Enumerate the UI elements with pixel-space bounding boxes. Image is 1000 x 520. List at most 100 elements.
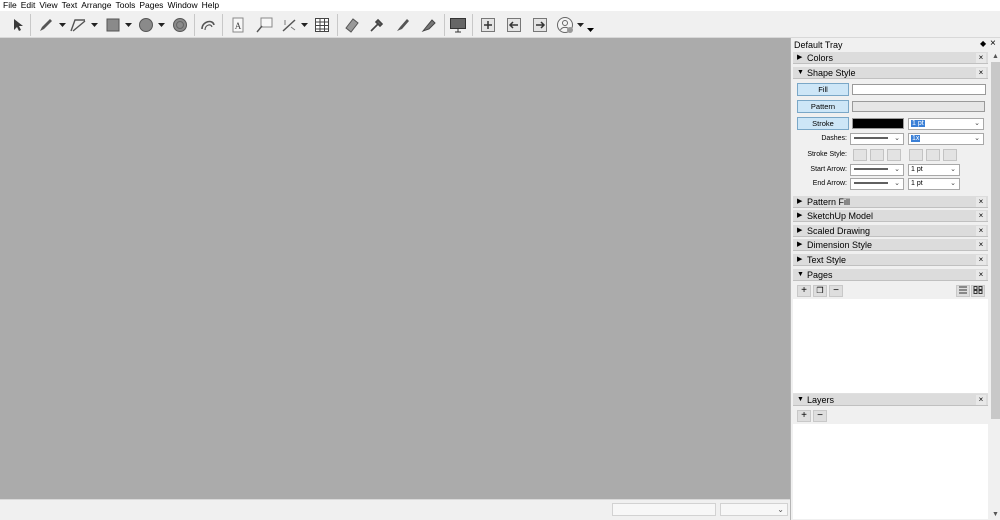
menu-edit[interactable]: Edit <box>21 0 39 11</box>
dashes-select[interactable]: ⌄ <box>850 133 904 145</box>
panel-close-icon[interactable]: × <box>976 53 986 63</box>
panel-scaled-drawing-header[interactable]: ▶ Scaled Drawing × <box>793 225 988 237</box>
tray-scrollbar[interactable]: ▲ ▼ <box>990 52 1000 520</box>
scroll-down-icon[interactable]: ▼ <box>990 510 1000 520</box>
start-arrow-size-select[interactable]: 1 pt ⌄ <box>908 164 960 176</box>
account-icon[interactable] <box>555 15 575 35</box>
menu-window[interactable]: Window <box>167 0 200 11</box>
menu-tools[interactable]: Tools <box>115 0 138 11</box>
start-arrow-select[interactable]: ⌄ <box>850 164 904 176</box>
dash-scale-select[interactable]: 1x ⌄ <box>908 133 984 145</box>
end-arrow-size-select[interactable]: 1 pt ⌄ <box>908 178 960 190</box>
panel-pages-header[interactable]: ▼ Pages × <box>793 269 988 281</box>
fill-button[interactable]: Fill <box>797 83 849 96</box>
drawing-canvas[interactable] <box>0 38 790 499</box>
remove-layer-button[interactable]: − <box>813 410 827 422</box>
menu-arrange[interactable]: Arrange <box>81 0 114 11</box>
previous-page-icon[interactable] <box>504 15 524 35</box>
menu-file[interactable]: File <box>3 0 20 11</box>
add-page-button[interactable]: + <box>797 285 811 297</box>
dashes-label: Dashes: <box>821 135 847 142</box>
menu-view[interactable]: View <box>39 0 60 11</box>
svg-text:A: A <box>235 21 242 31</box>
style-brush-icon[interactable] <box>393 15 413 35</box>
select-icon[interactable] <box>10 15 26 35</box>
list-view-icon[interactable] <box>956 285 970 297</box>
square-cap-icon[interactable] <box>943 149 957 161</box>
panel-scaled-drawing-label: Scaled Drawing <box>807 226 871 236</box>
thumbnail-view-icon[interactable] <box>971 285 985 297</box>
arrow-line-icon <box>854 168 888 170</box>
dimension-dropdown-icon[interactable] <box>300 15 309 35</box>
panel-sketchup-model-label: SketchUp Model <box>807 211 874 221</box>
pencil-icon[interactable] <box>36 15 56 35</box>
add-page-icon[interactable] <box>478 15 498 35</box>
stroke-color-swatch[interactable] <box>852 118 904 129</box>
duplicate-page-button[interactable]: ❐ <box>813 285 827 297</box>
add-layer-button[interactable]: + <box>797 410 811 422</box>
panel-dimension-style-header[interactable]: ▶ Dimension Style × <box>793 239 988 251</box>
panel-close-icon[interactable]: × <box>976 240 986 250</box>
flat-cap-icon[interactable] <box>909 149 923 161</box>
zoom-chevron-icon: ⌄ <box>777 505 784 514</box>
line-dropdown-icon[interactable] <box>58 15 67 35</box>
account-dropdown-icon[interactable] <box>576 15 585 35</box>
polygon-icon[interactable] <box>170 15 190 35</box>
panel-colors-header[interactable]: ▶ Colors × <box>793 52 988 64</box>
end-arrow-select[interactable]: ⌄ <box>850 178 904 190</box>
pattern-button[interactable]: Pattern <box>797 100 849 113</box>
panel-close-icon[interactable]: × <box>976 211 986 221</box>
eyedropper-icon[interactable] <box>367 15 387 35</box>
rectangle-icon[interactable] <box>103 15 123 35</box>
solid-line-icon <box>854 137 888 139</box>
menu-text[interactable]: Text <box>62 0 81 11</box>
scroll-up-icon[interactable]: ▲ <box>990 52 1000 62</box>
panel-pattern-fill-header[interactable]: ▶ Pattern Fill × <box>793 196 988 208</box>
pattern-swatch[interactable] <box>852 101 985 112</box>
panel-close-icon[interactable]: × <box>976 226 986 236</box>
split-icon[interactable] <box>419 15 439 35</box>
text-icon[interactable]: A <box>228 15 248 35</box>
pages-toolbar: + ❐ − <box>793 283 988 299</box>
stroke-width-select[interactable]: 1 pt ⌄ <box>908 118 984 130</box>
toolbar-overflow-icon[interactable] <box>586 25 595 35</box>
miter-join-icon[interactable] <box>853 149 867 161</box>
circle-icon[interactable] <box>136 15 156 35</box>
measurements-box[interactable] <box>612 503 716 516</box>
menu-help[interactable]: Help <box>202 0 222 11</box>
polyline-icon[interactable] <box>68 15 88 35</box>
tray-close-icon[interactable]: × <box>990 38 996 49</box>
tray-pin-icon[interactable]: ◆ <box>980 39 986 48</box>
bevel-join-icon[interactable] <box>887 149 901 161</box>
panel-sketchup-model-header[interactable]: ▶ SketchUp Model × <box>793 210 988 222</box>
remove-page-button[interactable]: − <box>829 285 843 297</box>
panel-close-icon[interactable]: × <box>976 270 986 280</box>
panel-shape-style-header[interactable]: ▼ Shape Style × <box>793 67 988 79</box>
stroke-button[interactable]: Stroke <box>797 117 849 130</box>
offset-icon[interactable] <box>198 15 218 35</box>
rectangle-dropdown-icon[interactable] <box>124 15 133 35</box>
dimension-icon[interactable] <box>280 15 300 35</box>
round-cap-icon[interactable] <box>926 149 940 161</box>
scrollbar-thumb[interactable] <box>991 62 1000 419</box>
polyline-dropdown-icon[interactable] <box>90 15 99 35</box>
eraser-icon[interactable] <box>341 15 361 35</box>
fill-color-swatch[interactable] <box>852 84 986 95</box>
menu-pages[interactable]: Pages <box>139 0 166 11</box>
next-page-icon[interactable] <box>530 15 550 35</box>
panel-text-style-header[interactable]: ▶ Text Style × <box>793 254 988 266</box>
panel-layers-header[interactable]: ▼ Layers × <box>793 394 988 406</box>
panel-close-icon[interactable]: × <box>976 68 986 78</box>
round-join-icon[interactable] <box>870 149 884 161</box>
end-arrow-label: End Arrow: <box>812 180 847 187</box>
table-icon[interactable] <box>312 15 332 35</box>
layers-list: + − <box>793 407 988 519</box>
circle-dropdown-icon[interactable] <box>157 15 166 35</box>
zoom-select[interactable]: ⌄ <box>720 503 788 516</box>
presentation-icon[interactable] <box>448 15 468 35</box>
panel-close-icon[interactable]: × <box>976 255 986 265</box>
panel-close-icon[interactable]: × <box>976 395 986 405</box>
panel-close-icon[interactable]: × <box>976 197 986 207</box>
label-icon[interactable] <box>254 15 274 35</box>
dash-scale-value: 1x <box>911 135 921 142</box>
